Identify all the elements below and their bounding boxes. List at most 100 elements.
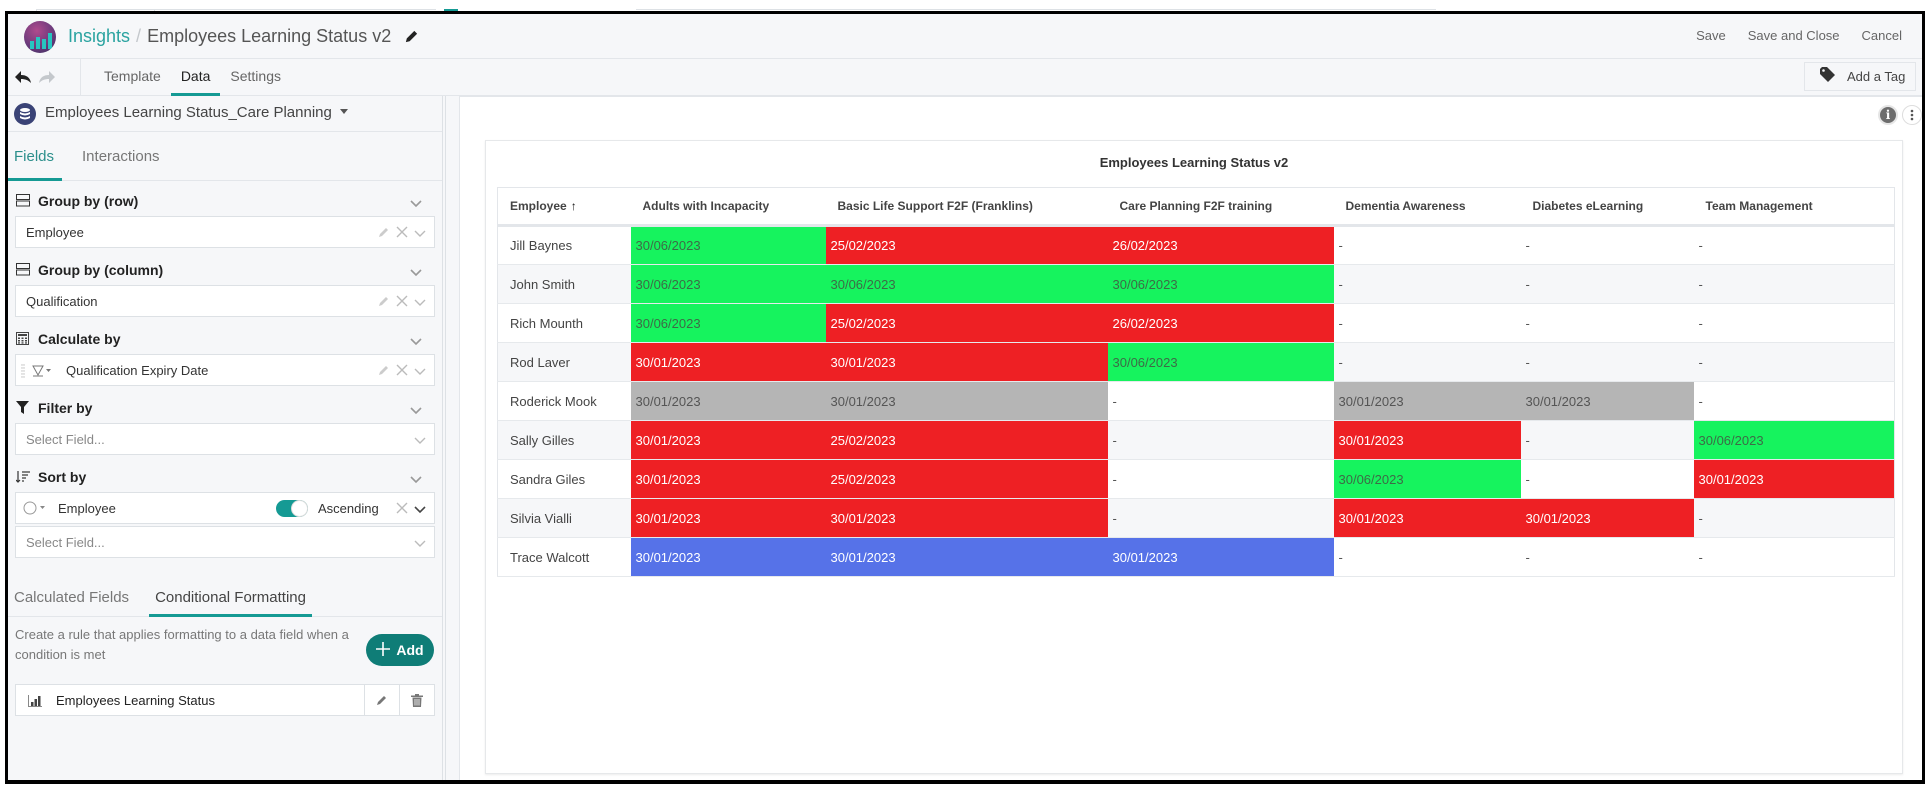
tab-fields[interactable]: Fields [8,132,63,181]
group-by-column-field[interactable]: Qualification [15,285,435,317]
close-icon[interactable] [396,294,408,312]
toolbar: Template Data Settings Add a Tag [8,59,1922,96]
sort-radio-icon[interactable] [23,501,47,520]
date-cell: 30/01/2023 [630,459,826,499]
chevron-down-icon[interactable] [414,225,426,243]
info-icon[interactable]: i [1878,105,1898,125]
save-and-close-button[interactable]: Save and Close [1748,28,1840,43]
date-cell: 30/06/2023 [825,264,1108,304]
add-rule-button[interactable]: Add [366,634,434,666]
table-row: Roderick Mook 30/01/2023 30/01/2023-30/01/… [497,381,1895,421]
aggregate-funnel-icon[interactable] [32,364,52,382]
sort-select-field[interactable]: Select Field... [15,526,435,558]
datasource-selector[interactable]: Employees Learning Status_Care Planning [8,96,442,132]
table-row: Trace Walcott 30/01/2023 30/01/2023 30/01/2… [497,537,1895,577]
chevron-down-icon[interactable] [410,471,422,489]
edit-rule-pencil-icon[interactable] [364,685,399,715]
date-cell: - [1693,342,1895,382]
chevron-down-icon[interactable] [414,294,426,312]
conditional-rule-item[interactable]: Employees Learning Status [15,684,435,716]
chevron-down-icon[interactable] [414,363,426,381]
date-cell: 30/01/2023 [1693,459,1895,499]
date-cell: - [1520,264,1694,304]
breadcrumb-insights-link[interactable]: Insights [68,26,130,46]
data-sidebar: Employees Learning Status_Care Planning … [8,96,443,780]
chevron-down-icon[interactable] [410,402,422,420]
close-icon[interactable] [396,501,408,519]
column-header[interactable]: Dementia Awareness [1333,187,1521,227]
tab-data[interactable]: Data [170,59,221,96]
chevron-down-icon[interactable] [410,264,422,282]
group-by-row-section[interactable]: Group by (row) [8,187,438,215]
pencil-icon[interactable] [378,363,390,381]
chevron-down-icon[interactable] [414,432,426,450]
insights-logo-icon[interactable] [24,21,56,53]
date-cell: 30/01/2023 [1333,381,1521,421]
calculate-by-field[interactable]: Qualification Expiry Date [15,354,435,386]
rule-name: Employees Learning Status [56,693,215,708]
date-cell: 30/06/2023 [1693,420,1895,460]
tab-calculated-fields[interactable]: Calculated Fields [8,581,135,617]
group-by-column-section[interactable]: Group by (column) [8,256,438,284]
caret-down-icon [339,109,348,114]
close-icon[interactable] [396,225,408,243]
sort-direction-toggle[interactable] [276,500,308,517]
table-row: John Smith 30/06/2023 30/06/2023 30/06/2023… [497,264,1895,304]
sort-by-section[interactable]: Sort by [8,463,438,491]
save-button[interactable]: Save [1696,28,1726,43]
background-divider [636,9,1436,10]
sidebar-tabs: Fields Interactions [8,132,442,181]
date-cell: - [1693,498,1895,538]
learning-status-table: Employee ↑ Adults with Incapacity Basic Lif… [497,187,1895,577]
cancel-button[interactable]: Cancel [1862,28,1902,43]
date-cell: - [1693,225,1895,265]
column-header[interactable]: Diabetes eLearning [1520,187,1694,227]
employee-name-cell: Sally Gilles [497,420,631,460]
group-by-row-field[interactable]: Employee [15,216,435,248]
chevron-down-icon[interactable] [414,535,426,553]
column-header[interactable]: Care Planning F2F training [1107,187,1334,227]
tab-interactions[interactable]: Interactions [76,132,168,181]
filter-by-section[interactable]: Filter by [8,394,438,422]
column-header[interactable]: Team Management [1693,187,1895,227]
sort-direction-label: Ascending [318,501,379,516]
employee-name-cell: Jill Baynes [497,225,631,265]
tab-settings[interactable]: Settings [220,59,291,96]
pencil-icon[interactable] [378,225,390,243]
filter-select-field[interactable]: Select Field... [15,423,435,455]
date-cell: - [1693,303,1895,343]
tab-conditional-formatting[interactable]: Conditional Formatting [149,581,312,617]
calculate-by-section[interactable]: Calculate by [8,325,438,353]
undo-icon[interactable] [14,69,32,90]
field-placeholder: Select Field... [26,535,105,550]
column-header[interactable]: Basic Life Support F2F (Franklins) [825,187,1108,227]
date-cell: - [1107,459,1334,499]
column-header[interactable]: Adults with Incapacity [630,187,826,227]
report-title: Employees Learning Status v2 [147,26,392,46]
column-header-employee[interactable]: Employee ↑ [497,187,631,227]
chevron-down-icon[interactable] [410,195,422,213]
more-options-icon[interactable] [1902,105,1922,125]
close-icon[interactable] [396,363,408,381]
delete-rule-trash-icon[interactable] [399,685,434,715]
filter-icon [16,401,29,419]
edit-title-pencil-icon[interactable] [404,27,419,49]
breadcrumb: Insights / Employees Learning Status v2 [68,25,419,49]
chevron-down-icon[interactable] [410,333,422,351]
add-tag-button[interactable]: Add a Tag [1804,62,1916,91]
background-divider [36,9,436,10]
tab-fields-label: Fields [14,148,55,165]
field-value: Qualification [26,294,98,309]
pencil-icon[interactable] [378,294,390,312]
report-card: Employees Learning Status v2 Employee ↑ Ad… [485,140,1903,774]
field-value: Qualification Expiry Date [66,363,209,378]
redo-icon[interactable] [38,69,56,90]
chevron-down-icon[interactable] [414,501,426,519]
sidebar-divider[interactable] [445,96,446,780]
sort-by-field[interactable]: Employee Ascending [15,492,435,524]
tab-template[interactable]: Template [94,59,171,96]
drag-handle-icon[interactable] [21,364,25,383]
table-row: Rich Mounth 30/06/2023 25/02/2023 26/02/202… [497,303,1895,343]
section-title: Calculate by [38,331,121,347]
column-header-label: Diabetes eLearning [1532,199,1644,213]
